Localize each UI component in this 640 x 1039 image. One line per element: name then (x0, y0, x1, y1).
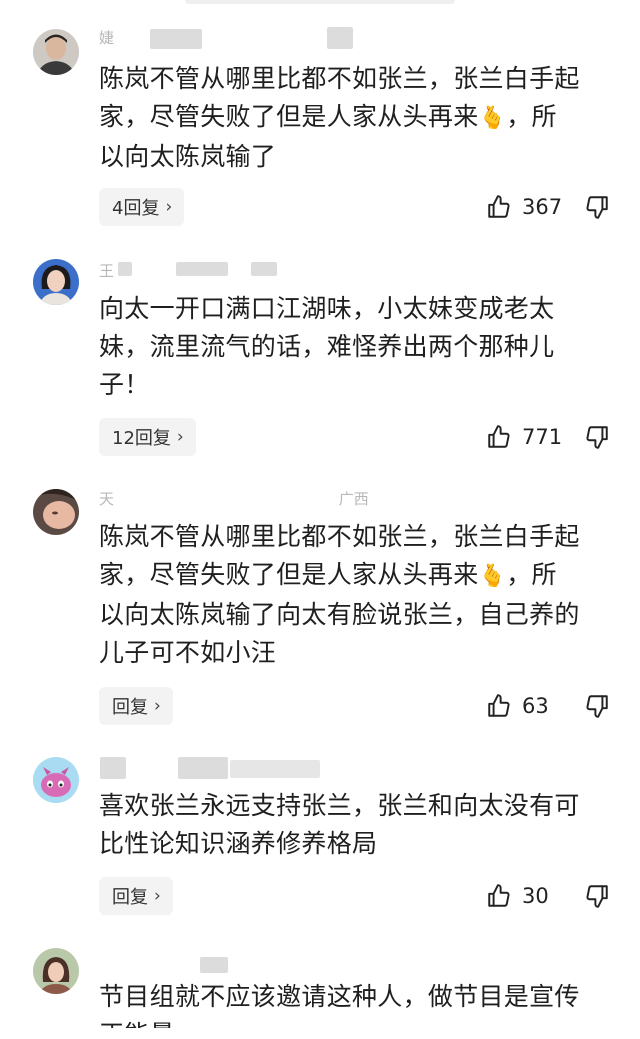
blurred-username (176, 262, 228, 276)
comment-line: 陈岚不管从哪里比都不如张兰，张兰白手起 (99, 64, 580, 93)
like-count: 63 (522, 694, 549, 718)
comment-line: 陈岚不管从哪里比都不如张兰，张兰白手起 (99, 522, 580, 551)
comment-line: 家，尽管失败了但是人家从头再来 (99, 560, 479, 589)
comment-line: 妹，流里流气的话，难怪养出两个那种儿 (99, 332, 555, 361)
blurred-username (230, 760, 320, 778)
comment-line-tail: ，所 (506, 560, 557, 589)
comment-meta: 王 (99, 260, 114, 282)
comment-meta: 天 广西 (99, 488, 369, 510)
username[interactable]: 天 (99, 490, 114, 508)
top-scroll-indicator (185, 0, 455, 4)
comment-line: 家，尽管失败了但是人家从头再来 (99, 102, 479, 131)
comment-text: 喜欢张兰永远支持张兰，张兰和向太没有可 比性论知识涵养修养格局 (99, 787, 619, 863)
blurred-username (327, 27, 353, 49)
reply-count-label: 12回复 (112, 428, 171, 449)
dislike-button[interactable] (584, 693, 610, 719)
chevron-right-icon: › (154, 696, 161, 716)
location-label: 广西 (338, 490, 369, 508)
view-replies-button[interactable]: 12回复 › (99, 418, 196, 456)
thumbs-down-icon (586, 426, 608, 449)
thumbs-up-icon (488, 884, 510, 907)
dislike-button[interactable] (584, 194, 610, 220)
thumbs-down-icon (586, 885, 608, 908)
dislike-button[interactable] (584, 424, 610, 450)
comment-text: 陈岚不管从哪里比都不如张兰，张兰白手起 家，尽管失败了但是人家从头再来🫰，所 以… (99, 518, 619, 672)
blurred-username (118, 262, 132, 276)
reply-button[interactable]: 回复 › (99, 687, 173, 725)
thumbs-up-icon (488, 425, 510, 448)
reply-count-label: 4回复 (112, 198, 160, 219)
chevron-right-icon: › (165, 197, 173, 217)
thumbs-down-icon (586, 196, 608, 219)
view-replies-button[interactable]: 4回复 › (99, 188, 185, 226)
comment-line: 向太一开口满口江湖味，小太妹变成老太 (99, 294, 555, 323)
reply-label: 回复 (112, 887, 148, 908)
like-count: 771 (522, 425, 563, 449)
comment-text: 节目组就不应该邀请这种人，做节目是宣传 正能量 (99, 978, 619, 1028)
finger-heart-emoji-icon: 🫰 (478, 564, 507, 589)
comment-line: 儿子可不如小汪 (99, 638, 277, 667)
comment-line-tail: ，所 (506, 102, 557, 131)
like-button[interactable]: 63 (486, 691, 549, 721)
chevron-right-icon: › (176, 427, 184, 447)
blurred-username (200, 957, 228, 973)
like-count: 30 (522, 884, 549, 908)
blurred-username (251, 262, 277, 276)
woman-avatar-icon[interactable] (33, 259, 79, 305)
comment-line: 喜欢张兰永远支持张兰，张兰和向太没有可 (99, 791, 580, 820)
thumbs-up-icon (488, 694, 510, 717)
blurred-username (178, 757, 228, 779)
baby-avatar-icon[interactable] (33, 489, 79, 535)
comment-line: 节目组就不应该邀请这种人，做节目是宣传 (99, 982, 580, 1011)
woman-outdoor-avatar-icon[interactable] (33, 948, 79, 994)
comment-text: 陈岚不管从哪里比都不如张兰，张兰白手起 家，尽管失败了但是人家从头再来🫰，所 以… (99, 60, 619, 176)
chevron-right-icon: › (154, 886, 161, 906)
comment-line: 子！ (99, 370, 150, 399)
comment-line: 以向太陈岚输了向太有脸说张兰，自己养的 (99, 600, 580, 629)
username[interactable]: 王 (99, 262, 114, 280)
username[interactable]: 婕 (99, 29, 114, 47)
dislike-button[interactable] (584, 883, 610, 909)
like-button[interactable]: 30 (486, 881, 549, 911)
finger-heart-emoji-icon: 🫰 (478, 106, 507, 131)
reply-label: 回复 (112, 697, 148, 718)
comment-text: 向太一开口满口江湖味，小太妹变成老太 妹，流里流气的话，难怪养出两个那种儿 子！ (99, 290, 619, 404)
like-button[interactable]: 771 (486, 422, 562, 452)
comment-line: 以向太陈岚输了 (99, 142, 277, 171)
comment-line: 正能量 (99, 1016, 619, 1028)
like-button[interactable]: 367 (486, 192, 562, 222)
cartoon-pig-avatar-icon[interactable] (33, 757, 79, 803)
blurred-username (150, 29, 202, 49)
reply-button[interactable]: 回复 › (99, 877, 173, 915)
person-avatar-icon[interactable] (33, 29, 79, 75)
thumbs-up-icon (488, 195, 510, 218)
thumbs-down-icon (586, 695, 608, 718)
like-count: 367 (522, 195, 563, 219)
blurred-username (100, 757, 126, 779)
comment-line: 比性论知识涵养修养格局 (99, 829, 378, 858)
comment-meta: 婕 (99, 27, 114, 49)
